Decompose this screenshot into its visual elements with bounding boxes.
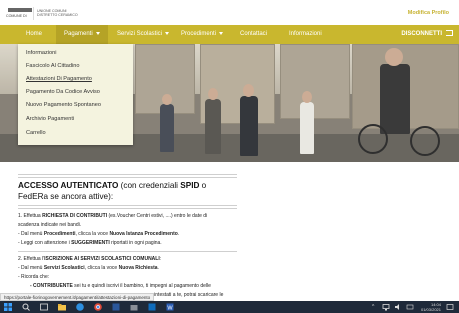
nav-home[interactable]: Home — [26, 25, 42, 44]
notifications-icon[interactable] — [446, 303, 454, 311]
divider — [18, 174, 237, 175]
logo-text-3: DISTRETTO CERAMICO — [37, 13, 78, 17]
word-icon[interactable]: W — [166, 303, 174, 311]
divider — [18, 208, 237, 209]
instruction-line: - CONTRIBUENTE sei tu e quindi iscrivi i… — [30, 283, 211, 289]
logout-label: DISCONNETTI — [401, 31, 442, 37]
svg-text:W: W — [167, 305, 173, 311]
chrome-icon[interactable] — [94, 303, 102, 311]
edge-browser-icon[interactable] — [76, 303, 84, 311]
pagamenti-dropdown-menu: Informazioni Fascicolo Al Cittadino Atte… — [18, 44, 133, 145]
divider — [18, 205, 237, 206]
windows-start-icon[interactable] — [4, 303, 12, 311]
language-icon[interactable] — [406, 303, 414, 311]
instruction-line: - Dal menù Procedimenti, clicca la voce … — [18, 231, 180, 237]
nav-procedimenti[interactable]: Procedimenti — [181, 25, 224, 44]
outlook-icon[interactable] — [148, 303, 156, 311]
volume-icon[interactable] — [394, 303, 402, 311]
menu-item-archivio[interactable]: Archivio Pagamenti — [26, 116, 74, 122]
instruction-line: ...intestati a te, potrai scaricare le — [150, 292, 224, 298]
nav-servizi-label: Servizi Scolastici — [117, 31, 163, 37]
file-explorer-icon[interactable] — [58, 303, 66, 311]
menu-item-informazioni[interactable]: Informazioni — [26, 50, 56, 56]
municipality-logo[interactable]: COMUNE DI UNIONE COMUNI DISTRETTO CERAMI… — [6, 7, 78, 21]
edit-profile-link[interactable]: Modifica Profilo — [408, 10, 449, 16]
instruction-line: 2. Effettua l'ISCRIZIONE AI SERVIZI SCOL… — [18, 256, 162, 262]
instruction-line: - Leggi con attenzione i SUGGERIMENTI ri… — [18, 240, 162, 246]
search-icon[interactable] — [22, 303, 30, 311]
nav-procedimenti-label: Procedimenti — [181, 31, 217, 37]
main-navbar: Home Pagamenti Servizi Scolastici Proced… — [0, 25, 459, 44]
nav-servizi-scolastici[interactable]: Servizi Scolastici — [117, 25, 170, 44]
menu-item-pagamento-spontaneo[interactable]: Nuovo Pagamento Spontaneo — [26, 102, 101, 108]
chevron-down-icon — [165, 31, 170, 35]
chevron-up-icon[interactable]: ^ — [372, 304, 374, 310]
nav-informazioni[interactable]: Informazioni — [289, 25, 322, 44]
menu-item-codice-avviso[interactable]: Pagamento Da Codice Avviso — [26, 89, 100, 95]
taskbar-clock[interactable]: 14:04 01/03/2021 — [421, 302, 441, 312]
menu-item-carrello[interactable]: Carrello — [26, 130, 46, 136]
instruction-line: scadenza indicate nei bandi. — [18, 222, 82, 228]
nav-pagamenti-label: Pagamenti — [64, 31, 93, 37]
chevron-down-icon — [95, 31, 100, 35]
task-view-icon[interactable] — [40, 303, 48, 311]
chevron-down-icon — [219, 31, 224, 35]
instruction-line: - Dal menù Servizi Scolastici, clicca la… — [18, 265, 159, 271]
top-header: COMUNE DI UNIONE COMUNI DISTRETTO CERAMI… — [0, 0, 459, 25]
status-bar-url: https://portale-fiorinogovernement.it/pa… — [0, 293, 155, 301]
logout-icon — [446, 30, 453, 37]
page-title: ACCESSO AUTENTICATO (con credenziali SPI… — [18, 181, 207, 201]
taskbar: W ^ 14:04 01/03/2021 — [0, 301, 459, 313]
store-icon[interactable] — [130, 303, 138, 311]
instruction-line: 1. Effettua RICHIESTA DI CONTRIBUTI (es.… — [18, 213, 208, 219]
network-icon[interactable] — [382, 303, 390, 311]
nav-contattaci[interactable]: Contattaci — [240, 25, 267, 44]
logo-text-1: COMUNE DI — [6, 14, 27, 18]
logout-button[interactable]: DISCONNETTI — [401, 25, 453, 44]
app-icon[interactable] — [112, 303, 120, 311]
instruction-line: - Ricorda che: — [18, 274, 50, 280]
menu-item-attestazioni[interactable]: Attestazioni Di Pagamento — [26, 76, 92, 82]
nav-pagamenti[interactable]: Pagamenti — [56, 25, 108, 44]
divider — [18, 251, 237, 252]
divider — [18, 177, 237, 178]
menu-item-fascicolo[interactable]: Fascicolo Al Cittadino — [26, 63, 79, 69]
